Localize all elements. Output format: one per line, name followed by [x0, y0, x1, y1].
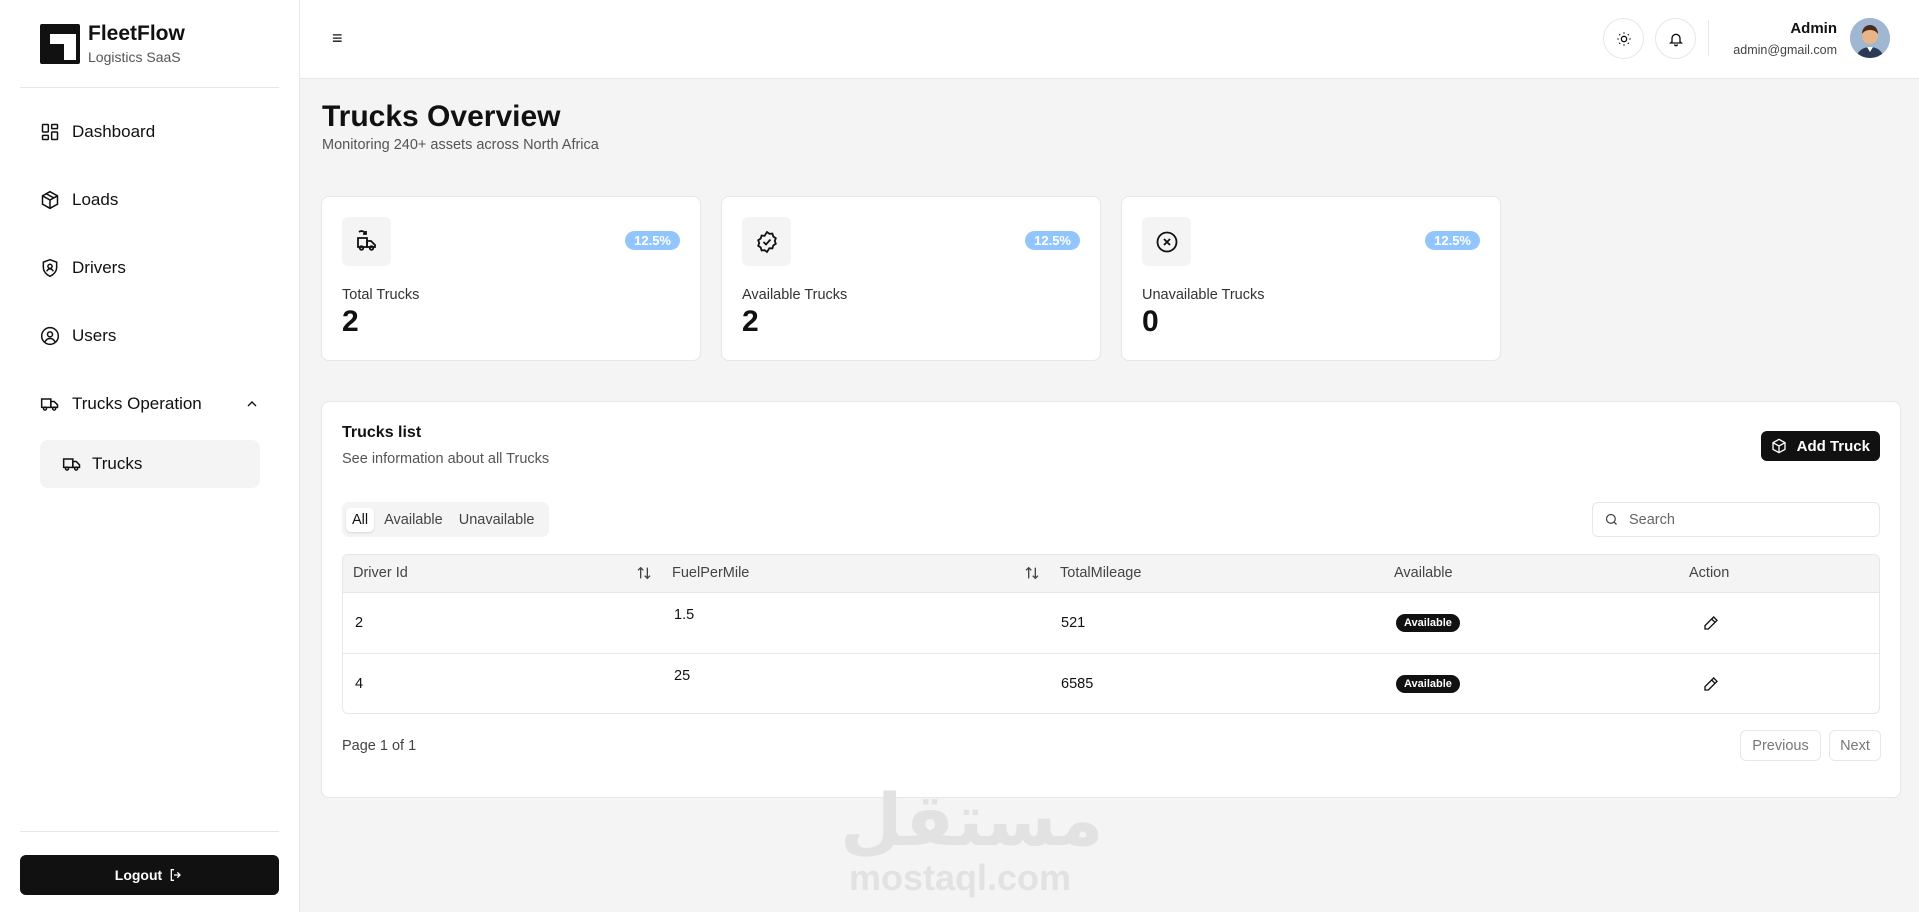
truck-icon	[40, 398, 59, 411]
watermark-arabic: مستقل	[840, 778, 1104, 862]
status-badge: Available	[1396, 614, 1460, 632]
add-truck-button[interactable]: Add Truck	[1760, 431, 1880, 461]
stat-card-unavailable: 12.5% Unavailable Trucks 0	[1121, 196, 1501, 361]
stat-value: 0	[1142, 305, 1159, 338]
edit-icon[interactable]	[1703, 615, 1719, 631]
x-circle-icon	[1156, 231, 1177, 252]
stat-label: Total Trucks	[342, 287, 420, 303]
stat-label: Unavailable Trucks	[1142, 287, 1265, 303]
column-header-fuel-per-mile[interactable]: FuelPerMile	[672, 565, 749, 581]
logout-button[interactable]: Logout	[20, 855, 279, 895]
search-input[interactable]	[1629, 511, 1859, 528]
stat-icon-box	[742, 217, 791, 266]
table-header: Driver Id FuelPerMile TotalMileage Avail…	[343, 555, 1879, 593]
cell-total-mileage: 521	[1061, 615, 1086, 631]
tab-all[interactable]: All	[346, 507, 375, 532]
sidebar-item-label: Trucks Operation	[72, 394, 202, 413]
search-box	[1592, 502, 1880, 537]
header-divider	[1708, 20, 1709, 56]
previous-page-button[interactable]: Previous	[1740, 730, 1821, 761]
menu-toggle-icon[interactable]: ≡	[332, 28, 352, 48]
shield-user-icon	[42, 258, 58, 278]
list-title: Trucks list	[342, 424, 422, 441]
logout-label: Logout	[114, 867, 163, 883]
cell-fuel-per-mile: 1.5	[674, 607, 695, 623]
edit-icon[interactable]	[1703, 676, 1719, 692]
brand-logo-icon	[40, 24, 80, 64]
sidebar-item-label: Drivers	[72, 258, 126, 277]
sidebar-item-label: Loads	[72, 190, 119, 209]
stat-badge: 12.5%	[1025, 231, 1080, 250]
brand[interactable]: FleetFlow Logistics SaaS	[40, 22, 185, 66]
notifications-button[interactable]	[1655, 18, 1696, 59]
sidebar-item-label: Users	[72, 326, 117, 345]
check-badge-icon	[756, 230, 777, 253]
add-truck-label: Add Truck	[1796, 437, 1870, 455]
avatar[interactable]	[1850, 18, 1890, 58]
cell-fuel-per-mile: 25	[674, 668, 691, 684]
sidebar-divider	[20, 87, 279, 88]
cell-driver-id: 2	[355, 615, 364, 631]
sort-icon[interactable]	[1024, 565, 1040, 581]
stat-card-available: 12.5% Available Trucks 2	[721, 196, 1101, 361]
sidebar-item-trucks-operation[interactable]: Trucks Operation	[40, 392, 257, 416]
sidebar-subitem-trucks[interactable]: Trucks	[40, 440, 260, 488]
table-row: 2 1.5 521 Available	[343, 593, 1879, 654]
column-header-driver-id[interactable]: Driver Id	[353, 565, 408, 581]
watermark: مستقل mostaql.com	[840, 778, 1104, 898]
sun-icon	[1616, 31, 1631, 46]
trucks-table: Driver Id FuelPerMile TotalMileage Avail…	[342, 554, 1880, 714]
sidebar-item-dashboard[interactable]: Dashboard	[40, 120, 155, 144]
user-email: admin@gmail.com	[1733, 43, 1837, 57]
bell-icon	[1668, 33, 1683, 46]
cell-total-mileage: 6585	[1061, 676, 1094, 692]
column-header-action: Action	[1689, 565, 1730, 581]
status-badge: Available	[1396, 675, 1460, 693]
watermark-latin: mostaql.com	[848, 857, 1072, 898]
stat-value: 2	[342, 305, 359, 338]
chevron-up-icon[interactable]	[244, 396, 260, 412]
table-row: 4 25 6585 Available	[343, 654, 1879, 713]
truck-icon	[62, 458, 81, 471]
tab-unavailable[interactable]: Unavailable	[453, 508, 541, 532]
sort-icon[interactable]	[636, 565, 652, 581]
sidebar-divider	[20, 831, 279, 832]
sidebar-item-drivers[interactable]: Drivers	[40, 256, 126, 280]
stat-value: 2	[742, 305, 759, 338]
page-subtitle: Monitoring 240+ assets across North Afri…	[322, 137, 599, 153]
trucks-list-card: Trucks list See information about all Tr…	[321, 401, 1901, 798]
user-circle-icon	[40, 326, 60, 346]
page-title: Trucks Overview	[322, 100, 561, 133]
stat-card-total: 12.5% Total Trucks 2	[321, 196, 701, 361]
stat-badge: 12.5%	[625, 231, 680, 250]
dashboard-icon	[41, 123, 59, 141]
tab-available[interactable]: Available	[378, 508, 449, 532]
next-page-button[interactable]: Next	[1829, 730, 1881, 761]
theme-toggle-button[interactable]	[1603, 18, 1644, 59]
sidebar: FleetFlow Logistics SaaS Dashboard Loads…	[0, 0, 300, 912]
cell-driver-id: 4	[355, 676, 364, 692]
stat-label: Available Trucks	[742, 287, 848, 303]
stat-badge: 12.5%	[1425, 231, 1480, 250]
logout-icon	[170, 869, 182, 881]
filter-tabs: All Available Unavailable	[342, 502, 549, 537]
box-icon	[41, 190, 59, 210]
pagination-info: Page 1 of 1	[342, 738, 417, 754]
sidebar-subitem-label: Trucks	[92, 454, 143, 473]
sidebar-item-label: Dashboard	[72, 122, 156, 141]
stat-icon-box	[1142, 217, 1191, 266]
truck-refresh-icon	[356, 229, 376, 251]
brand-subtitle: Logistics SaaS	[88, 49, 181, 65]
brand-name: FleetFlow	[88, 22, 185, 45]
column-header-available: Available	[1394, 565, 1453, 581]
user-name: Admin	[1790, 20, 1837, 37]
stat-icon-box	[342, 217, 391, 266]
list-subtitle: See information about all Trucks	[342, 451, 550, 467]
box-icon	[1771, 438, 1786, 454]
sidebar-item-loads[interactable]: Loads	[40, 188, 118, 212]
search-icon	[1605, 513, 1617, 525]
column-header-total-mileage: TotalMileage	[1060, 565, 1142, 581]
sidebar-item-users[interactable]: Users	[40, 324, 116, 348]
